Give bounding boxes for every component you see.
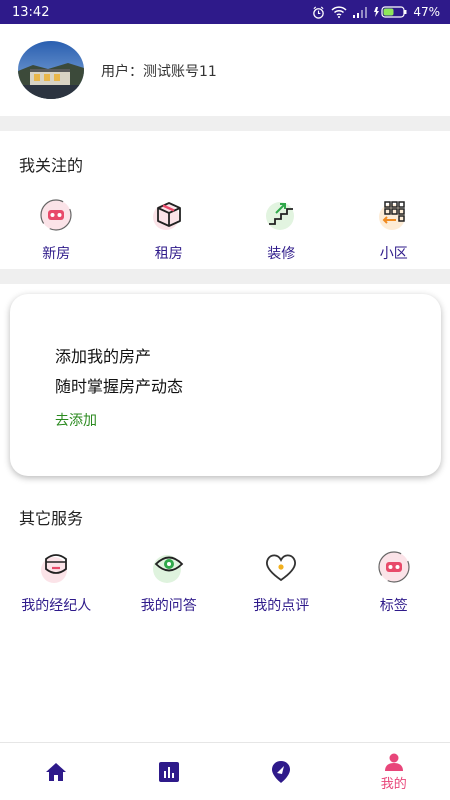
following-item-label: 小区 — [379, 246, 408, 262]
service-item-review[interactable]: 我的点评 — [225, 549, 338, 615]
wifi-icon — [331, 6, 347, 18]
following-item-rent[interactable]: 租房 — [113, 197, 226, 263]
status-bar: 13:42 47% — [0, 0, 450, 24]
alarm-icon — [313, 6, 325, 19]
service-item-qa[interactable]: 我的问答 — [113, 549, 226, 615]
profile-header: 用户：测试账号11 — [0, 24, 450, 116]
status-time: 13:42 — [12, 4, 50, 20]
location-pin-icon — [272, 761, 291, 783]
eye-icon — [151, 549, 187, 585]
vr-headset-icon — [38, 197, 74, 233]
go-add-link[interactable]: 去添加 — [55, 410, 97, 430]
following-item-community[interactable]: 小区 — [338, 197, 450, 263]
following-item-decoration[interactable]: 装修 — [225, 197, 338, 263]
add-property-subtitle: 随时掌握房产动态 — [55, 377, 184, 396]
battery-percent: 47% — [413, 5, 440, 19]
tab-mine[interactable]: 我的 — [338, 743, 450, 800]
service-item-label: 我的经纪人 — [21, 598, 92, 614]
tab-stats[interactable] — [113, 743, 226, 800]
tab-map[interactable] — [225, 743, 338, 800]
following-item-label: 新房 — [42, 246, 71, 262]
grid-icon — [376, 197, 412, 233]
service-item-agent[interactable]: 我的经纪人 — [0, 549, 113, 615]
agent-icon — [38, 549, 74, 585]
service-item-tags[interactable]: 标签 — [338, 549, 450, 615]
tab-home[interactable] — [0, 743, 113, 800]
service-item-label: 我的问答 — [140, 598, 197, 614]
add-property-card[interactable]: 添加我的房产 随时掌握房产动态 去添加 — [10, 294, 441, 476]
status-icons: 47% — [312, 5, 440, 19]
services-title: 其它服务 — [19, 509, 84, 528]
avatar[interactable] — [18, 41, 84, 99]
signal-icon — [353, 6, 368, 18]
home-icon — [46, 763, 67, 781]
battery-icon — [374, 6, 407, 18]
person-icon — [384, 753, 403, 771]
box-icon — [151, 197, 187, 233]
service-item-label: 标签 — [379, 598, 408, 614]
following-item-label: 租房 — [154, 246, 183, 262]
tab-mine-label: 我的 — [380, 776, 407, 792]
section-divider — [0, 116, 450, 131]
heart-icon — [263, 549, 299, 585]
following-item-new-house[interactable]: 新房 — [0, 197, 113, 263]
following-grid: 新房 租房 装修 小区 — [0, 197, 450, 263]
following-item-label: 装修 — [267, 246, 296, 262]
add-property-title: 添加我的房产 — [55, 347, 152, 366]
service-item-label: 我的点评 — [253, 598, 310, 614]
services-grid: 我的经纪人 我的问答 我的点评 标签 — [0, 549, 450, 615]
chart-icon — [158, 762, 179, 782]
username: 用户：测试账号11 — [101, 64, 217, 80]
following-title: 我关注的 — [19, 156, 84, 175]
section-divider — [0, 269, 450, 284]
stairs-icon — [263, 197, 299, 233]
bottom-tab-bar: 我的 — [0, 742, 450, 800]
tag-icon — [376, 549, 412, 585]
